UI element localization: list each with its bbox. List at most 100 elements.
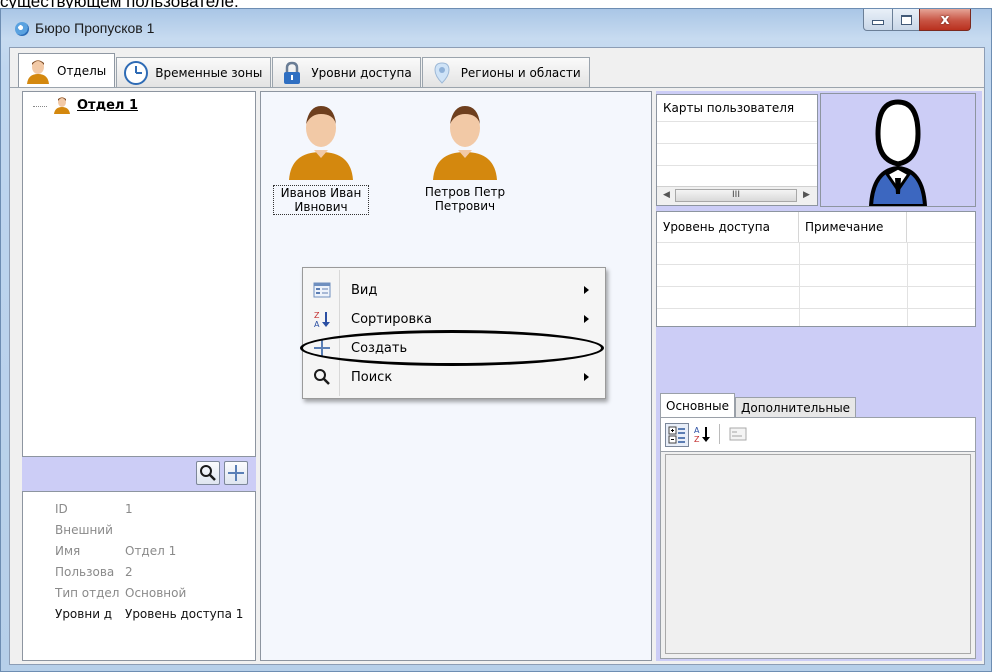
tree-node-label: Отдел 1	[77, 97, 138, 113]
user-name-line: Иванов Иван	[280, 186, 362, 200]
client-area: Отделы Временные зоны Уровни доступа Рег…	[9, 47, 985, 665]
menu-item-label: Вид	[351, 282, 378, 298]
user-name-line: Петров Петр	[424, 185, 506, 199]
user-name-line: Ивнович	[294, 200, 348, 214]
property-key: Уровни д	[55, 607, 113, 621]
sort-az-icon: ZA	[309, 307, 335, 331]
tab-label: Регионы и области	[460, 65, 581, 80]
grid-line	[657, 264, 975, 265]
view-icon	[309, 278, 335, 302]
user-item[interactable]: Петров Петр Петрович	[417, 100, 513, 213]
property-key: Внешний	[55, 523, 113, 537]
scroll-right-icon[interactable]: ▶	[803, 190, 810, 200]
user-cards-grid[interactable]: Карты пользователя ◀ III ▶	[656, 94, 818, 206]
user-photo[interactable]	[820, 93, 976, 208]
toolbar-separator	[719, 424, 720, 444]
grid-line	[907, 242, 908, 326]
sort-alpha-icon: AZ	[694, 426, 710, 443]
property-row: ID 1	[55, 502, 133, 516]
svg-text:Z: Z	[314, 311, 320, 320]
svg-text:Z: Z	[694, 435, 700, 443]
title-bar: Бюро Пропусков 1 x	[1, 9, 991, 47]
tab-label: Отделы	[57, 63, 107, 78]
tab-time-zones[interactable]: Временные зоны	[116, 57, 272, 87]
tab-access-levels[interactable]: Уровни доступа	[272, 57, 421, 87]
close-icon: x	[940, 11, 950, 28]
menu-item-search[interactable]: Поиск	[305, 363, 603, 391]
property-row: Уровни д Уровень доступа 1	[55, 607, 243, 621]
property-value: Основной	[125, 586, 187, 600]
property-grid[interactable]	[660, 451, 976, 659]
menu-item-label: Поиск	[351, 369, 393, 385]
user-name-label: Петров Петр Петрович	[417, 185, 513, 213]
cards-header: Карты пользователя	[663, 101, 795, 115]
user-avatar-icon	[289, 106, 353, 180]
property-value: Уровень доступа 1	[125, 607, 244, 621]
property-row: Тип отдел Основной	[55, 586, 186, 600]
property-key: Имя	[55, 544, 81, 558]
grid-line	[657, 242, 975, 243]
person-icon	[27, 59, 49, 84]
property-value: 2	[125, 565, 133, 579]
tab-departments[interactable]: Отделы	[18, 53, 116, 87]
column-header[interactable]: Уровень доступа	[657, 212, 799, 242]
svg-text:A: A	[314, 320, 320, 328]
department-tree[interactable]: Отдел 1	[22, 91, 256, 457]
property-value: 1	[125, 502, 133, 516]
property-value: Отдел 1	[125, 544, 177, 558]
svg-text:A: A	[694, 426, 700, 435]
person-icon	[54, 97, 70, 114]
scroll-thumb[interactable]: III	[675, 189, 797, 202]
tab-regions[interactable]: Регионы и области	[421, 57, 590, 87]
window-title: Бюро Пропусков 1	[35, 20, 155, 36]
sort-alpha-button[interactable]: AZ	[691, 423, 713, 445]
grid-line	[657, 165, 817, 166]
submenu-arrow-icon	[584, 373, 589, 381]
minimize-button[interactable]	[863, 9, 893, 31]
property-row: Внешний	[55, 523, 125, 537]
tab-strip-line	[10, 87, 984, 88]
property-grid-body	[665, 454, 971, 654]
tab-additional[interactable]: Дополнительные	[735, 397, 857, 417]
user-avatar-icon	[433, 106, 497, 180]
search-button[interactable]	[196, 461, 220, 485]
tab-basic[interactable]: Основные	[660, 393, 736, 417]
search-icon	[200, 465, 216, 481]
access-levels-table[interactable]: Уровень доступа Примечание	[656, 211, 976, 327]
clock-icon	[124, 60, 149, 85]
property-pages-button[interactable]	[727, 423, 749, 445]
categorized-button[interactable]	[665, 423, 689, 447]
property-row: Имя Отдел 1	[55, 544, 176, 558]
department-properties: ID 1 Внешний Имя Отдел 1 Пользова 2 Тип отд…	[22, 491, 256, 661]
minimize-icon	[872, 20, 884, 25]
add-department-button[interactable]	[224, 461, 248, 485]
user-name-line: Петрович	[434, 199, 496, 213]
menu-item-sort[interactable]: ZA Сортировка	[305, 305, 603, 333]
properties-toolbar: AZ	[660, 417, 976, 451]
property-key: Тип отдел	[55, 586, 120, 600]
grid-line	[799, 242, 800, 326]
region-icon	[434, 61, 450, 84]
horizontal-scrollbar[interactable]: ◀ III ▶	[657, 186, 817, 205]
search-icon	[309, 365, 335, 389]
annotation-ellipse	[300, 330, 604, 366]
tree-node-department[interactable]: Отдел 1	[33, 96, 138, 114]
tab-label: Временные зоны	[155, 65, 263, 80]
close-button[interactable]: x	[919, 9, 971, 31]
menu-item-view[interactable]: Вид	[305, 276, 603, 304]
menu-item-label: Сортировка	[351, 311, 432, 327]
scroll-left-icon[interactable]: ◀	[663, 190, 670, 200]
user-item[interactable]: Иванов Иван Ивнович	[273, 100, 369, 215]
app-icon	[15, 22, 29, 36]
property-key: ID	[55, 502, 68, 516]
submenu-arrow-icon	[584, 315, 589, 323]
property-row: Пользова 2	[55, 565, 133, 579]
user-silhouette-icon	[868, 99, 928, 208]
department-toolbar	[22, 457, 256, 491]
maximize-button[interactable]	[892, 9, 920, 31]
tab-label: Уровни доступа	[311, 65, 412, 80]
grid-line	[657, 286, 975, 287]
property-key: Пользова	[55, 565, 115, 579]
maximize-icon	[900, 14, 912, 25]
column-header[interactable]: Примечание	[799, 212, 907, 242]
